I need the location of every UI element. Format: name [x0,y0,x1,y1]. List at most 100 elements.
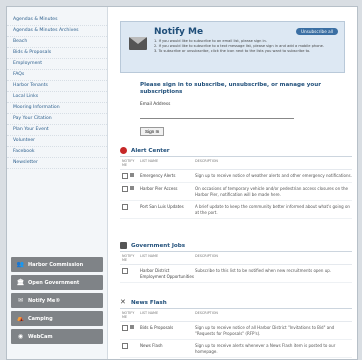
government-jobs-header: Government Jobs [120,242,352,252]
section-news-flash: ✕ News Flash NOTIFY ME LIST NAME DESCRIP… [120,299,352,358]
briefcase-icon [120,242,127,249]
sidebar-links: Agendas & Minutes Agendas & Minutes Arch… [7,7,107,169]
list-description: Sign up to receive notice of weather ale… [195,173,352,178]
email-label: Email Address [140,102,171,107]
section-alert-center: Alert Center NOTIFY ME LIST NAME DESCRIP… [120,147,352,219]
col-desc: DESCRIPTION [195,254,218,258]
webcam-label: WebCam [28,333,53,340]
list-name: News Flash [140,343,163,348]
email-subscribe-checkbox[interactable] [122,343,128,349]
subscribe-controls [120,173,140,179]
list-description: Subscribe to this list to be notified wh… [195,268,332,273]
notify-step-3: 3. To subscribe or unsubscribe, click th… [154,49,311,53]
main-content: Notify Me Unsubscribe all 1. If you woul… [110,7,357,359]
list-row: Bids & Proposals Sign up to receive noti… [120,322,352,340]
notify-me-label: Notify Me® [28,297,61,304]
envelope-icon [129,37,147,50]
sms-subscribe-icon[interactable] [130,325,134,329]
column-headers: NOTIFY ME LIST NAME DESCRIPTION [120,252,352,265]
sidebar-link-bids[interactable]: Bids & Proposals [7,48,107,59]
col-list: LIST NAME [140,254,159,258]
mail-icon: ✉ [17,297,24,304]
harbor-commission-label: Harbor Commission [28,261,84,268]
sidebar-link-agendas-archives[interactable]: Agendas & Minutes Archives [7,26,107,37]
news-flash-header: ✕ News Flash [120,299,352,309]
email-field[interactable] [140,109,294,119]
webcam-button[interactable]: ◉ WebCam [11,329,103,344]
list-name: Emergency Alerts [140,173,176,178]
open-government-label: Open Government [28,279,80,286]
camping-button[interactable]: ⛺ Camping [11,311,103,326]
camping-label: Camping [28,315,53,322]
list-name: Port San Luis Updates [140,204,184,209]
list-name: Harbor District Employment Opportunities [140,268,194,279]
sidebar-link-employment[interactable]: Employment [7,59,107,70]
sidebar-link-plan-event[interactable]: Plan Your Event [7,125,107,136]
people-icon: 👥 [16,261,25,268]
sidebar-link-harbor-tenants[interactable]: Harbor Tenants [7,81,107,92]
sidebar: Agendas & Minutes Agendas & Minutes Arch… [7,7,108,359]
list-description: Sign up to receive alerts whenever a New… [195,343,336,354]
list-row: Port San Luis Updates A brief update to … [120,201,352,219]
email-subscribe-checkbox[interactable] [122,173,128,179]
sidebar-link-newsletter[interactable]: Newsletter [7,158,107,169]
news-flash-title: News Flash [131,299,167,306]
camera-icon: ◉ [17,333,24,340]
list-description: Sign up to receive notice of all Harbor … [195,325,335,336]
list-name: Harbor Pier Access [140,186,178,191]
email-subscribe-checkbox[interactable] [122,204,128,210]
sms-subscribe-icon[interactable] [130,186,134,190]
col-notify: NOTIFY ME [122,311,135,319]
sidebar-link-volunteer[interactable]: Volunteer [7,136,107,147]
column-headers: NOTIFY ME LIST NAME DESCRIPTION [120,309,352,322]
col-notify: NOTIFY ME [122,254,135,262]
subscribe-controls [120,343,140,354]
col-notify: NOTIFY ME [122,159,135,167]
notify-steps: 1. If you would like to subscribe to an … [154,39,334,54]
sidebar-link-agendas[interactable]: Agendas & Minutes [7,15,107,26]
government-jobs-title: Government Jobs [131,242,186,249]
notify-title: Notify Me [154,27,204,37]
list-description: On occasions of temporary vehicle and/or… [195,186,348,197]
subscribe-controls [120,268,140,279]
signin-title: Please sign in to subscribe, unsubscribe… [140,82,322,95]
signin-button[interactable]: Sign In [140,127,165,136]
sidebar-link-beach[interactable]: Beach [7,37,107,48]
email-subscribe-checkbox[interactable] [122,325,128,331]
list-row: News Flash Sign up to receive alerts whe… [120,340,352,358]
alert-center-title: Alert Center [131,147,170,154]
page-frame: Agendas & Minutes Agendas & Minutes Arch… [6,6,358,360]
news-icon: ✕ [120,298,126,306]
alert-icon [120,147,127,154]
email-subscribe-checkbox[interactable] [122,268,128,274]
section-government-jobs: Government Jobs NOTIFY ME LIST NAME DESC… [120,242,352,283]
harbor-commission-button[interactable]: 👥 Harbor Commission [11,257,103,272]
col-desc: DESCRIPTION [195,159,218,163]
col-desc: DESCRIPTION [195,311,218,315]
list-row: Harbor District Employment Opportunities… [120,265,352,283]
column-headers: NOTIFY ME LIST NAME DESCRIPTION [120,157,352,170]
col-list: LIST NAME [140,159,159,163]
subscribe-controls [120,325,140,336]
subscribe-controls [120,204,140,215]
unsubscribe-all-button[interactable]: Unsubscribe all [295,28,338,35]
list-row: Emergency Alerts Sign up to receive noti… [120,170,352,183]
subscribe-controls [120,186,140,197]
sidebar-link-local-links[interactable]: Local Links [7,92,107,103]
sms-subscribe-icon[interactable] [130,173,134,177]
alert-center-header: Alert Center [120,147,352,157]
col-list: LIST NAME [140,311,159,315]
tent-icon: ⛺ [16,315,25,322]
notify-me-button[interactable]: ✉ Notify Me® [11,293,103,308]
sidebar-link-faqs[interactable]: FAQs [7,70,107,81]
sidebar-link-mooring[interactable]: Mooring Information [7,103,107,114]
email-subscribe-checkbox[interactable] [122,186,128,192]
list-description: A brief update to keep the community bet… [195,204,350,215]
list-name: Bids & Proposals [140,325,174,330]
building-icon: 🏛 [16,279,25,286]
sidebar-link-pay-citation[interactable]: Pay Your Citation [7,114,107,125]
list-row: Harbor Pier Access On occasions of tempo… [120,183,352,201]
open-government-button[interactable]: 🏛 Open Government [11,275,103,290]
notify-me-banner: Notify Me Unsubscribe all 1. If you woul… [120,21,345,73]
sidebar-link-facebook[interactable]: Facebook [7,147,107,158]
